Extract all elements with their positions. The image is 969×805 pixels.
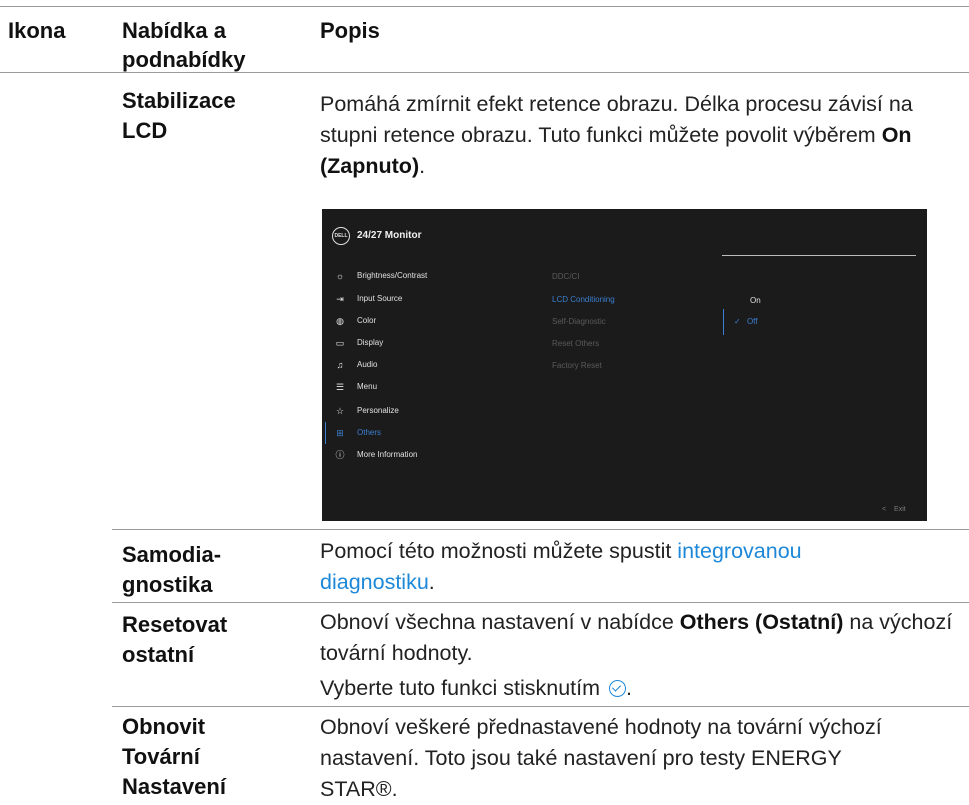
desc-text: Pomocí této možnosti můžete spustit: [320, 539, 678, 563]
desc-self-diagnostic: Pomocí této možnosti můžete spustit inte…: [320, 536, 910, 598]
osd-menu-label: Audio: [357, 360, 378, 369]
dell-logo: DELL: [332, 227, 350, 245]
check-circle-icon: [609, 680, 626, 697]
osd-screenshot: DELL 24/27 Monitor ☼ Brightness/Contrast…: [322, 209, 927, 521]
desc-end: .: [419, 154, 426, 178]
osd-divider: [722, 255, 916, 256]
osd-menu-label: Brightness/Contrast: [357, 271, 428, 280]
desc-lcd-conditioning: Pomáhá zmírnit efekt retence obrazu. Dél…: [320, 89, 960, 182]
osd-exit-label: Exit: [894, 506, 906, 513]
osd-option-selection-bar: [723, 309, 724, 335]
osd-menu-label: Menu: [357, 382, 378, 391]
osd-option-on[interactable]: On: [750, 296, 761, 305]
osd-sub-lcd-conditioning[interactable]: LCD Conditioning: [552, 295, 615, 304]
table-top-rule: [0, 6, 969, 7]
osd-sub-self-diagnostic[interactable]: Self-Diagnostic: [552, 317, 606, 326]
info-icon: ⓘ: [335, 450, 345, 460]
osd-sub-ddcci[interactable]: DDC/CI: [552, 272, 580, 281]
osd-menu-label: Others: [357, 428, 382, 437]
osd-sub-factory-reset[interactable]: Factory Reset: [552, 361, 602, 370]
osd-option-off-label: Off: [746, 317, 758, 326]
brightness-icon: ☼: [335, 271, 345, 281]
osd-menu-label: Input Source: [357, 294, 403, 303]
menu-icon: ☰: [335, 382, 345, 392]
osd-menu-label: Color: [357, 316, 377, 325]
osd-sub-reset-others[interactable]: Reset Others: [552, 339, 599, 348]
menu-reset-others: Resetovat ostatní: [122, 612, 228, 667]
input-source-icon: ⇥: [336, 294, 344, 304]
row-rule-3: [112, 706, 969, 707]
desc-text: Pomáhá zmírnit efekt retence obrazu. Dél…: [320, 92, 913, 147]
osd-exit[interactable]: < Exit: [882, 506, 906, 513]
desc-end: .: [428, 570, 435, 594]
row-rule-1: [112, 529, 969, 530]
header-description: Popis: [320, 18, 380, 43]
header-menu: Nabídka a podnabídky: [122, 18, 246, 72]
desc-end: .: [626, 676, 632, 700]
desc-text: Vyberte tuto funkci stisknutím: [320, 676, 606, 700]
menu-factory-reset: Obnovit Tovární Nastavení: [122, 714, 226, 799]
menu-lcd-conditioning: Stabilizace LCD: [122, 88, 236, 143]
desc-factory-reset: Obnoví veškeré přednastavené hodnoty na …: [320, 715, 882, 801]
menu-line: gnostika: [122, 572, 213, 597]
osd-title: 24/27 Monitor: [357, 230, 422, 241]
header-icon: Ikona: [8, 18, 66, 43]
desc-bold: Others (Ostatní): [679, 610, 844, 634]
osd-menu-label: More Information: [357, 450, 418, 459]
osd-menu-label: Personalize: [357, 406, 399, 415]
color-icon: ◍: [336, 316, 344, 326]
others-icon: ⊞: [336, 428, 344, 438]
menu-line: Samodia-: [122, 542, 222, 567]
personalize-icon: ☆: [335, 406, 345, 416]
audio-icon: ♫: [336, 360, 344, 370]
osd-option-off[interactable]: ✓ Off: [734, 317, 757, 326]
desc-reset-others-select: Vyberte tuto funkci stisknutím .: [320, 673, 960, 704]
chevron-left-icon: <: [882, 506, 887, 513]
osd-menu-label: Display: [357, 338, 384, 347]
osd-selection-bar: [325, 422, 326, 444]
desc-reset-others: Obnoví všechna nastavení v nabídce Other…: [320, 607, 969, 669]
desc-text: Obnoví všechna nastavení v nabídce: [320, 610, 680, 634]
row-rule-2: [112, 602, 969, 603]
menu-self-diagnostic: Samodia- gnostika: [122, 540, 221, 600]
display-icon: ▭: [335, 338, 345, 348]
check-icon: ✓: [734, 317, 741, 326]
